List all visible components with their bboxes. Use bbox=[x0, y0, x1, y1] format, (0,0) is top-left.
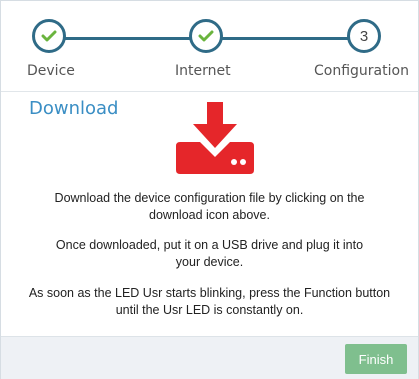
content-title: Download bbox=[29, 98, 119, 119]
step-device-indicator bbox=[32, 19, 66, 53]
step-label-configuration: Configuration bbox=[314, 63, 409, 79]
finish-button[interactable]: Finish bbox=[345, 344, 407, 374]
instruction-line: download icon above. bbox=[149, 208, 270, 222]
instruction-line: until the Usr LED is constantly on. bbox=[115, 303, 304, 317]
instruction-line: As soon as the LED Usr starts blinking, … bbox=[28, 286, 391, 300]
step-content: Download Download the device configurati… bbox=[1, 91, 418, 337]
instruction-line: Once downloaded, put it on a USB drive a… bbox=[55, 238, 364, 252]
download-icon[interactable] bbox=[176, 100, 254, 178]
wizard-stepper: 3 Device Internet Configuration bbox=[1, 1, 418, 91]
instruction-usb: Once downloaded, put it on a USB drive a… bbox=[1, 237, 418, 271]
step-number: 3 bbox=[359, 27, 369, 45]
instruction-line: Download the device configuration file b… bbox=[54, 191, 365, 205]
step-configuration-indicator: 3 bbox=[347, 19, 381, 53]
check-icon bbox=[198, 30, 214, 42]
check-icon bbox=[41, 30, 57, 42]
instruction-led: As soon as the LED Usr starts blinking, … bbox=[1, 285, 418, 319]
step-label-internet: Internet bbox=[175, 63, 231, 79]
wizard-footer: Finish bbox=[1, 336, 418, 379]
instruction-line: your device. bbox=[175, 255, 244, 269]
step-label-device: Device bbox=[27, 63, 75, 79]
instruction-download: Download the device configuration file b… bbox=[1, 190, 418, 224]
step-internet-indicator bbox=[189, 19, 223, 53]
wizard-panel: 3 Device Internet Configuration Download… bbox=[0, 0, 419, 379]
